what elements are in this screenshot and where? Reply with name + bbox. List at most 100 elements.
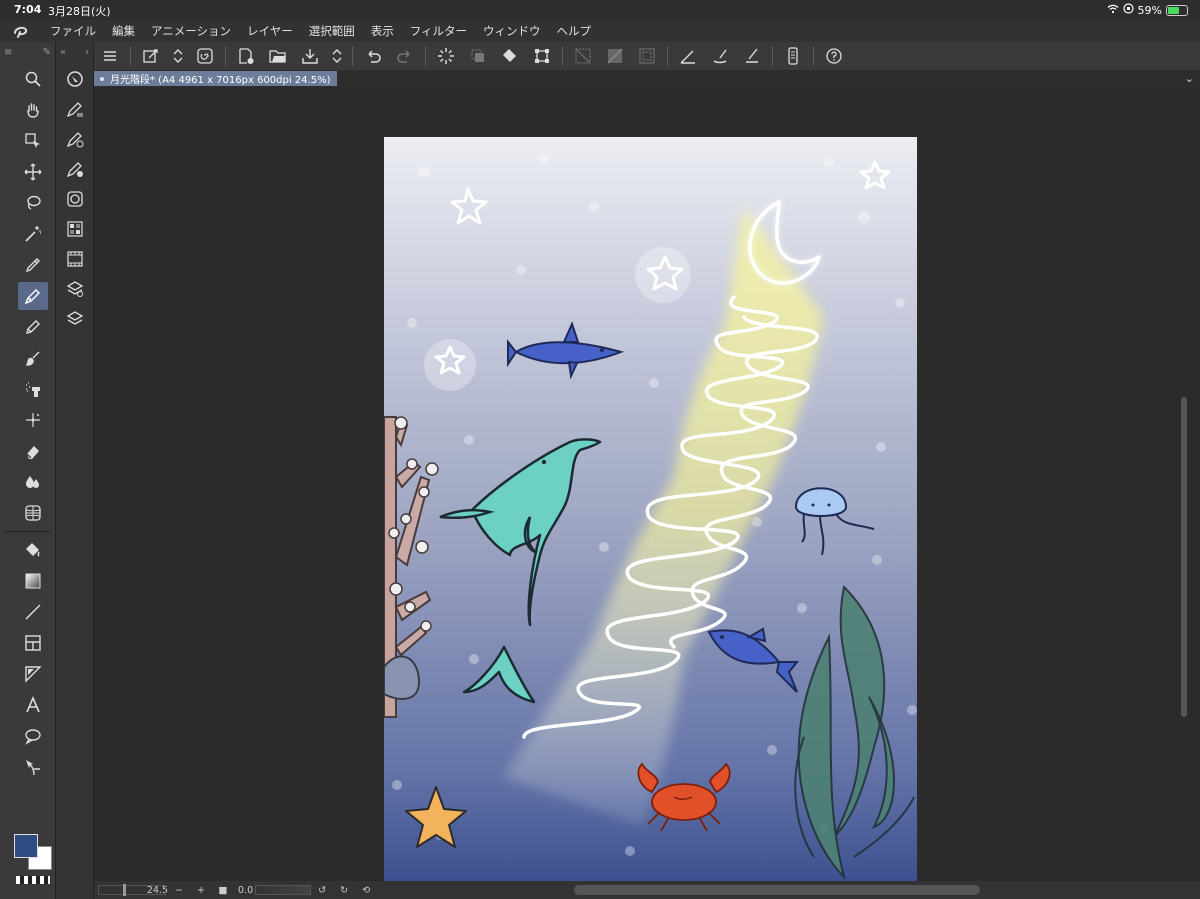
rotate-right-icon[interactable]: ↻ xyxy=(333,885,355,896)
redo-button[interactable] xyxy=(389,43,421,69)
menu-file[interactable]: ファイル xyxy=(42,23,104,39)
tool-text[interactable] xyxy=(18,691,48,719)
deselect-button[interactable] xyxy=(430,43,462,69)
convert-selection-button[interactable] xyxy=(462,43,494,69)
horizontal-scrollbar[interactable] xyxy=(574,885,980,895)
menu-filter[interactable]: フィルター xyxy=(402,23,475,39)
new-file-button[interactable] xyxy=(230,43,262,69)
smartphone-button[interactable] xyxy=(777,43,809,69)
cmd-separator xyxy=(352,46,353,66)
collapse-left-icon[interactable]: « xyxy=(60,47,66,58)
undo-button[interactable] xyxy=(357,43,389,69)
tool-decoration[interactable] xyxy=(18,406,48,434)
menu-layer[interactable]: レイヤー xyxy=(239,23,301,39)
save-button[interactable] xyxy=(294,43,326,69)
tool-gradient[interactable] xyxy=(18,567,48,595)
convert-selection-icon xyxy=(471,49,484,62)
menu-selection[interactable]: 選択範囲 xyxy=(301,23,363,39)
fit-button[interactable]: ■ xyxy=(212,885,234,896)
tool-eyedropper[interactable] xyxy=(18,251,48,279)
fill-icon xyxy=(26,543,40,557)
tool-correct-line[interactable] xyxy=(18,753,48,781)
menu-animation[interactable]: アニメーション xyxy=(143,23,239,39)
tool-pen[interactable] xyxy=(18,282,48,310)
tool-balloon[interactable] xyxy=(18,722,48,750)
zoom-in-button[interactable]: + xyxy=(190,885,212,896)
fill-selection-button[interactable] xyxy=(494,43,526,69)
app-logo-icon[interactable] xyxy=(0,20,42,42)
menu-help[interactable]: ヘルプ xyxy=(548,23,599,39)
chevron-down-icon[interactable]: ⌄ xyxy=(1185,72,1194,85)
invert-selection-button[interactable] xyxy=(631,43,663,69)
brush-shape-button[interactable] xyxy=(62,156,88,182)
special-ruler-snap-button[interactable] xyxy=(704,43,736,69)
brush-size-button[interactable] xyxy=(62,126,88,152)
rotation-value[interactable]: 0.0 xyxy=(238,885,253,896)
tool-airbrush[interactable] xyxy=(18,375,48,403)
tool-object[interactable] xyxy=(18,127,48,155)
layer-property-icon xyxy=(66,281,83,297)
cmd-separator xyxy=(667,46,668,66)
rotation-slider[interactable] xyxy=(255,885,312,895)
tool-move[interactable] xyxy=(18,158,48,186)
tool-ruler[interactable] xyxy=(18,660,48,688)
layer-icon xyxy=(66,311,83,325)
tool-frame[interactable] xyxy=(18,629,48,657)
companion-button[interactable] xyxy=(189,43,221,69)
tool-zoom[interactable] xyxy=(18,65,48,93)
collapse-icon[interactable]: ≡ xyxy=(4,47,12,58)
tool-lasso[interactable] xyxy=(18,189,48,217)
tool-eraser[interactable] xyxy=(18,437,48,465)
tool-blend[interactable] xyxy=(18,468,48,496)
rotate-left-icon[interactable]: ↺ xyxy=(311,885,333,896)
clear-outside-button[interactable] xyxy=(599,43,631,69)
airbrush-icon xyxy=(26,382,40,397)
canvas-artwork[interactable] xyxy=(384,137,917,881)
menu-button[interactable] xyxy=(94,43,126,69)
color-set-button[interactable] xyxy=(62,216,88,242)
zoom-out-button[interactable]: − xyxy=(168,885,190,896)
tool-pencil[interactable] xyxy=(18,313,48,341)
vertical-scrollbar[interactable] xyxy=(1181,397,1187,717)
color-icon-chip[interactable] xyxy=(12,832,56,876)
layer-property-button[interactable] xyxy=(62,276,88,302)
transparent-color-chip[interactable] xyxy=(16,876,50,884)
zoom-icon xyxy=(25,71,41,87)
tool-hand[interactable] xyxy=(18,96,48,124)
quick-access-button[interactable] xyxy=(135,43,167,69)
menu-edit[interactable]: 編集 xyxy=(104,23,143,39)
tool-magic-wand[interactable] xyxy=(18,220,48,248)
grid-snap-button[interactable] xyxy=(736,43,768,69)
clear-button[interactable] xyxy=(567,43,599,69)
tool-mesh-transform[interactable] xyxy=(18,499,48,527)
menu-view[interactable]: 表示 xyxy=(363,23,402,39)
tool-line[interactable] xyxy=(18,598,48,626)
reset-rotation-icon[interactable]: ⟲ xyxy=(355,885,377,896)
hand-icon xyxy=(27,103,39,118)
quick-access-toggle[interactable] xyxy=(167,43,189,69)
zoom-slider-knob[interactable] xyxy=(123,884,126,896)
material-icon xyxy=(66,251,83,267)
sub-tool-button[interactable] xyxy=(62,96,88,122)
color-wheel-button[interactable] xyxy=(62,186,88,212)
tool-fill[interactable] xyxy=(18,536,48,564)
layer-button[interactable] xyxy=(62,306,88,332)
tips-button[interactable] xyxy=(818,43,850,69)
menu-bar: ファイル 編集 アニメーション レイヤー 選択範囲 表示 フィルター ウィンドウ… xyxy=(0,20,1200,42)
zoom-slider[interactable] xyxy=(98,884,166,896)
document-tab[interactable]: 月光階段* (A4 4961 x 7016px 600dpi 24.5%) xyxy=(94,71,337,86)
ruler-snap-button[interactable] xyxy=(672,43,704,69)
tool-brush[interactable] xyxy=(18,344,48,372)
ruler-icon xyxy=(25,666,42,683)
tool-property-button[interactable] xyxy=(62,66,88,92)
canvas-area[interactable] xyxy=(94,87,1190,881)
menu-window[interactable]: ウィンドウ xyxy=(475,23,549,39)
collapse-right-icon[interactable]: › xyxy=(85,47,89,58)
cmd-separator xyxy=(562,46,563,66)
save-toggle[interactable] xyxy=(326,43,348,69)
open-file-button[interactable] xyxy=(262,43,294,69)
pencil-icon xyxy=(26,320,40,334)
main-color[interactable] xyxy=(14,834,38,858)
material-button[interactable] xyxy=(62,246,88,272)
transform-button[interactable] xyxy=(526,43,558,69)
